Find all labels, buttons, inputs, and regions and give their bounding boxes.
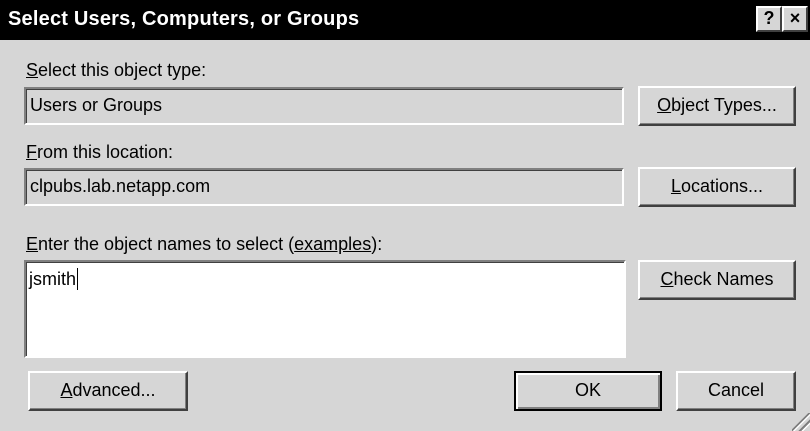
advanced-button[interactable]: Advanced... [28, 371, 188, 411]
object-names-label: Enter the object names to select (exampl… [26, 234, 383, 254]
locations-button[interactable]: Locations... [638, 167, 796, 207]
location-field: clpubs.lab.netapp.com [24, 168, 624, 206]
object-types-button[interactable]: Object Types... [638, 86, 796, 126]
resize-grip-icon[interactable] [792, 413, 810, 431]
check-names-button[interactable]: Check Names [638, 260, 796, 300]
object-names-input[interactable]: jsmith [24, 260, 626, 358]
text-caret [77, 268, 79, 290]
object-type-field: Users or Groups [24, 87, 624, 125]
cancel-button[interactable]: Cancel [676, 371, 796, 411]
title-bar: Select Users, Computers, or Groups ? × [0, 0, 810, 40]
object-type-label: Select this object type: [26, 60, 207, 80]
examples-link[interactable]: examples [294, 234, 371, 254]
window-title: Select Users, Computers, or Groups [8, 8, 360, 30]
ok-button[interactable]: OK [514, 371, 662, 411]
help-button[interactable]: ? [756, 6, 782, 32]
close-button[interactable]: × [782, 6, 808, 32]
location-label: From this location: [26, 142, 174, 162]
